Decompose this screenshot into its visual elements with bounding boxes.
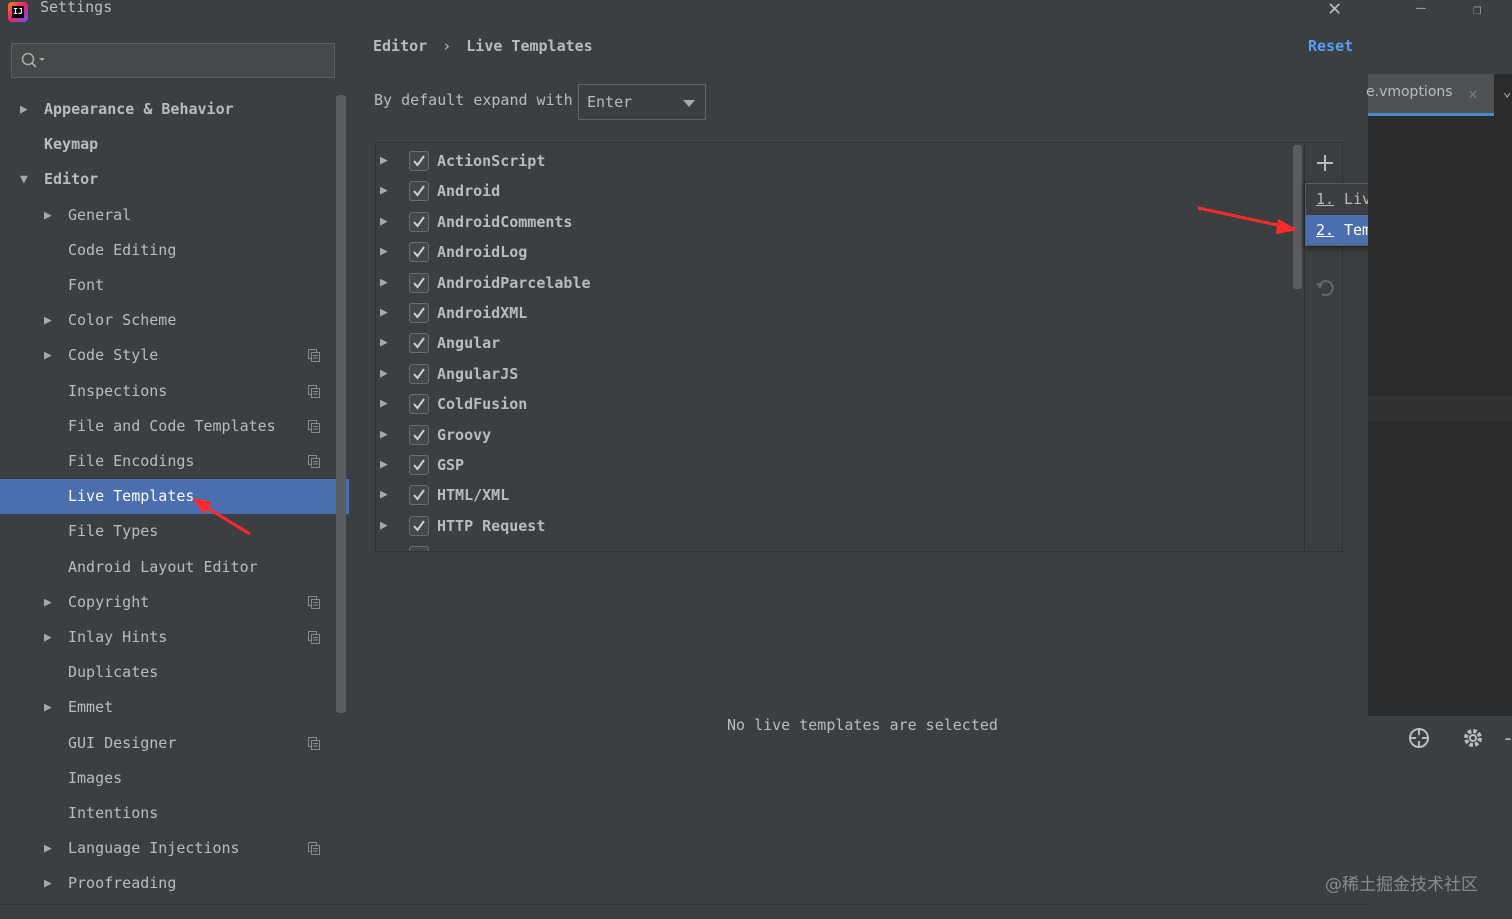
annotation-arrows [192,206,1298,536]
annotation-arrow-template-group [1197,206,1298,234]
annotation-arrow-live-templates [192,498,251,536]
